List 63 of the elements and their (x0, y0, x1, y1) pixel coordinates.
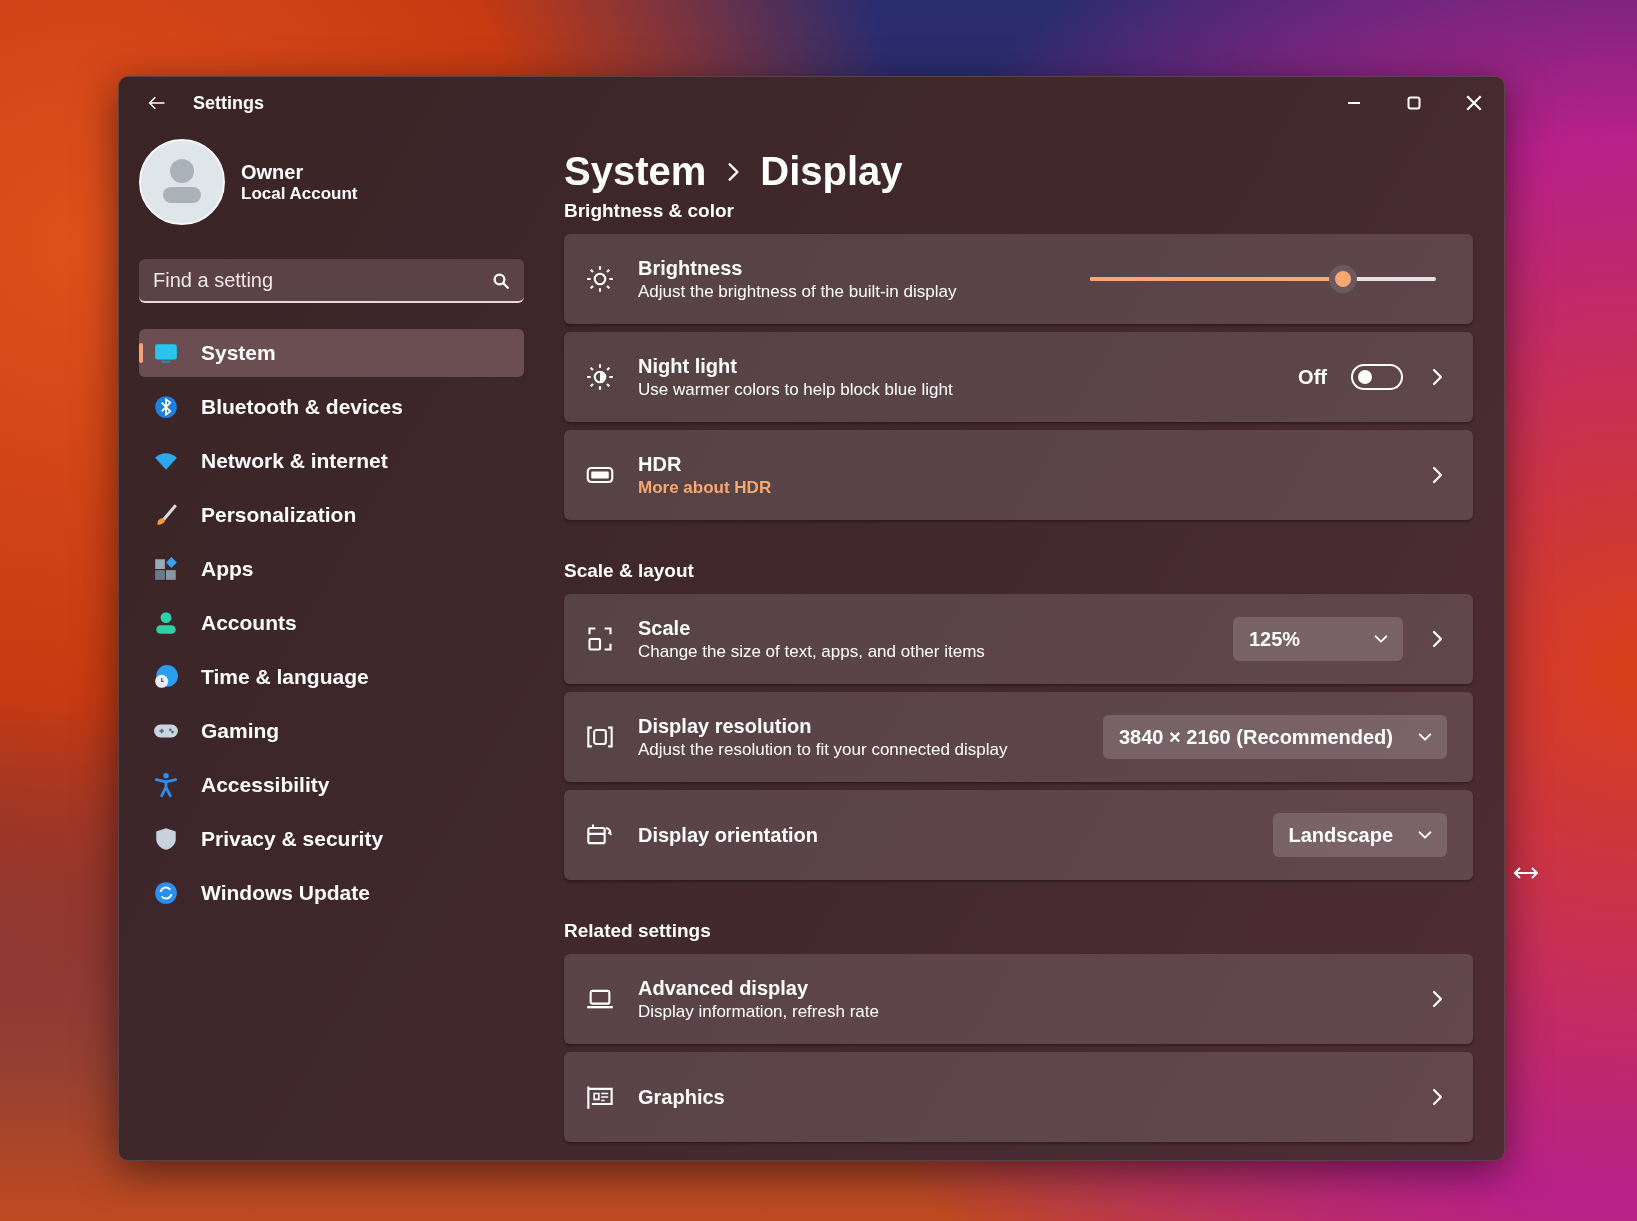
account-type: Local Account (241, 183, 358, 204)
user-name: Owner (241, 160, 305, 184)
toggle-switch[interactable] (1351, 364, 1403, 390)
setting-card[interactable]: Graphics (564, 1052, 1473, 1142)
sidebar-item[interactable]: Personalization (139, 491, 524, 539)
setting-description: Adjust the brightness of the built-in display (638, 281, 958, 302)
close-icon (1465, 94, 1483, 112)
window-title: Settings (193, 92, 264, 114)
setting-title: HDR (638, 452, 683, 476)
setting-title: Graphics (638, 1085, 726, 1109)
sidebar-item[interactable]: Privacy & security (139, 815, 524, 863)
sidebar-item[interactable]: Apps (139, 545, 524, 593)
person-icon (153, 610, 179, 636)
setting-title: Brightness (638, 256, 744, 280)
setting-card[interactable]: Brightness Adjust the brightness of the built-in display (564, 234, 1473, 324)
sun-icon (586, 265, 614, 293)
sidebar-item[interactable]: Accessibility (139, 761, 524, 809)
setting-card[interactable]: Scale Change the size of text, apps, and other items 125% (564, 594, 1473, 684)
setting-description: Change the size of text, apps, and other items (638, 641, 986, 662)
setting-description: Display information, refresh rate (638, 1001, 880, 1022)
half-sun-icon (586, 363, 614, 391)
dropdown[interactable]: 125% (1233, 617, 1403, 661)
breadcrumb-link[interactable]: System (564, 149, 707, 194)
search-icon (492, 272, 510, 290)
sidebar-item[interactable]: Gaming (139, 707, 524, 755)
sidebar-item[interactable]: Network & internet (139, 437, 524, 485)
section-heading: Brightness & color (564, 200, 735, 222)
clock-globe-icon (153, 664, 179, 690)
slider-thumb[interactable] (1328, 265, 1357, 293)
sidebar-item[interactable]: Windows Update (139, 869, 524, 917)
setting-card[interactable]: Display orientation Landscape (564, 790, 1473, 880)
resize-cursor-icon (1513, 866, 1539, 880)
scale-icon (586, 625, 614, 653)
section-heading: Related settings (564, 920, 712, 942)
sync-icon (153, 880, 179, 906)
shield-icon (153, 826, 179, 852)
sidebar-item[interactable]: System (139, 329, 524, 377)
hdr-link[interactable]: More about HDR (638, 477, 772, 498)
setting-title: Display resolution (638, 714, 813, 738)
setting-title: Scale (638, 616, 692, 640)
accessibility-icon (153, 772, 179, 798)
sidebar-item[interactable]: Time & language (139, 653, 524, 701)
dropdown[interactable]: 3840 × 2160 (Recommended) (1102, 715, 1447, 759)
setting-card[interactable]: Advanced display Display information, refresh rate (564, 954, 1473, 1044)
maximize-icon (1406, 95, 1422, 111)
dropdown[interactable]: Landscape (1272, 813, 1447, 857)
search-field[interactable]: Find a setting (139, 259, 524, 303)
apps-grid-icon (153, 556, 179, 582)
toggle-state-label: Off (1298, 365, 1327, 389)
setting-card[interactable]: Night light Use warmer colors to help block blue light Off (564, 332, 1473, 422)
bluetooth-icon (153, 394, 179, 420)
page-title: Display (760, 149, 903, 194)
setting-title: Advanced display (638, 976, 810, 1000)
setting-description: Use warmer colors to help block blue light (638, 379, 954, 400)
setting-title: Display orientation (638, 823, 820, 847)
setting-card[interactable]: Display resolution Adjust the resolution to fit your connected display 3840 × 2160 (Recommended) (564, 692, 1473, 782)
minimize-icon (1346, 102, 1362, 104)
sidebar-item[interactable]: Accounts (139, 599, 524, 647)
setting-title: Night light (638, 354, 738, 378)
sidebar-item[interactable]: Bluetooth & devices (139, 383, 524, 431)
setting-card[interactable]: HDR More about HDR (564, 430, 1473, 520)
section-heading: Scale & layout (564, 560, 695, 582)
setting-description: Adjust the resolution to fit your connected display (638, 739, 1009, 760)
